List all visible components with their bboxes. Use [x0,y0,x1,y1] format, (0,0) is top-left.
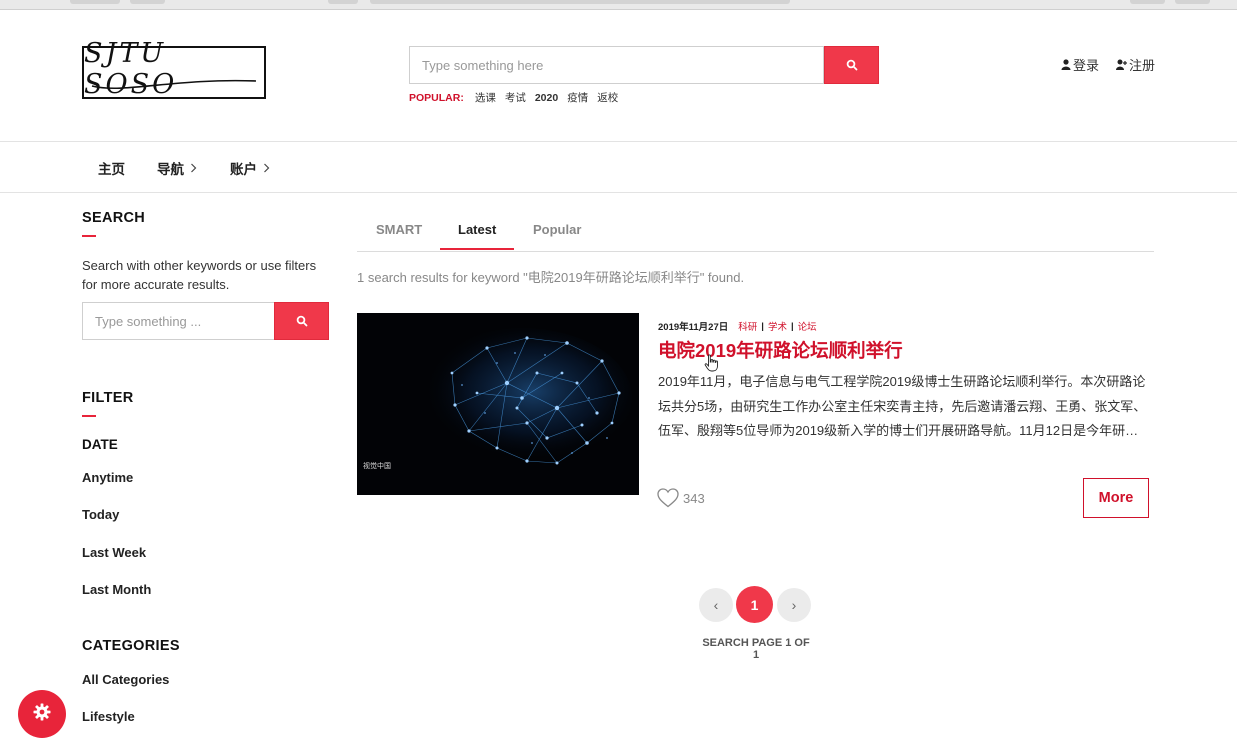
tab-latest[interactable]: Latest [458,222,496,237]
window-strip-tab [328,0,358,4]
login-label: 登录 [1073,58,1100,73]
window-strip-tab [130,0,165,4]
next-page-button[interactable]: › [777,588,811,622]
popular-keyword[interactable]: 返校 [597,90,618,105]
window-top-strip [0,0,1237,10]
sidebar-search-description: Search with other keywords or use filter… [82,258,317,292]
result-count-text: 1 search results for keyword "电院2019年研路论… [357,270,745,285]
user-plus-icon [1116,59,1127,70]
prev-page-button[interactable]: ‹ [699,588,733,622]
result-thumbnail[interactable]: 视觉中国 [357,313,639,495]
nav-item-home[interactable]: 主页 [98,158,125,178]
site-header: SJTU SOSO Type something here POPULAR: 选… [0,10,1237,142]
window-strip-tab [370,0,790,4]
title-accent-bar [82,235,96,237]
window-strip-tab [70,0,120,4]
nav-item-account[interactable]: 账户 [230,158,270,178]
result-meta: 2019年11月27日 科研 | 学术 | 论坛 [658,319,817,334]
active-tab-indicator [440,248,514,250]
nav-item-label: 主页 [98,162,125,177]
categories-title: CATEGORIES [82,638,180,654]
user-icon [1061,59,1071,70]
sidebar-filter-title: FILTER [82,390,134,406]
popular-label: POPULAR: [409,91,464,104]
chevron-right-icon [191,163,197,173]
popular-keyword[interactable]: 疫情 [567,90,588,105]
result-date: 2019年11月27日 [658,322,729,333]
nav-item-navigation[interactable]: 导航 [157,158,197,178]
result-excerpt: 2019年11月，电子信息与电气工程学院2019级博士生研路论坛顺利举行。本次研… [658,374,1147,438]
window-strip-tab [1175,0,1210,4]
sidebar-search-form: Type something ... [82,302,329,340]
category-option-lifestyle[interactable]: Lifestyle [82,709,135,724]
main-nav: 主页 导航 账户 [0,142,1237,193]
network-brain-image [357,313,639,495]
main-search-form: Type something here [409,46,879,84]
result-title-link[interactable]: 电院2019年研路论坛顺利举行 [658,337,903,363]
category-option-all[interactable]: All Categories [82,672,169,687]
date-filter-title: DATE [82,437,118,452]
like-button[interactable]: 343 [657,488,705,508]
sidebar-search-title: SEARCH [82,210,146,226]
page-number-current[interactable]: 1 [736,586,773,623]
site-logo[interactable]: SJTU SOSO [82,38,266,100]
gear-icon [33,703,51,721]
heart-icon [657,488,679,508]
main-search-button[interactable] [824,46,879,84]
hand-cursor-icon [704,354,719,377]
result-category-tag[interactable]: 科研 [738,319,757,333]
more-button[interactable]: More [1083,478,1149,518]
sidebar-search-button[interactable] [274,302,329,340]
tag-separator: | [790,320,794,332]
image-watermark: 视觉中国 [363,463,391,470]
page-info-text: SEARCH PAGE 1 OF 1 [702,637,810,661]
title-accent-bar [82,415,96,417]
date-option-last-month[interactable]: Last Month [82,582,151,597]
nav-item-label: 导航 [157,162,184,177]
register-label: 注册 [1129,58,1156,73]
popular-keyword[interactable]: 选课 [475,90,496,105]
date-option-today[interactable]: Today [82,507,119,522]
tag-separator: | [761,320,764,332]
search-icon [846,59,857,71]
result-tabs: SMART Latest Popular [357,210,1154,252]
result-category-tag[interactable]: 论坛 [798,319,817,333]
login-link[interactable]: 登录 [1061,55,1099,74]
settings-fab[interactable] [18,690,66,738]
popular-keyword[interactable]: 考试 [505,90,526,105]
logo-text: SJTU SOSO [84,37,178,100]
tab-smart[interactable]: SMART [376,222,422,237]
popular-keywords: POPULAR: 选课 考试 2020 疫情 返校 [409,90,618,105]
sidebar-search-input[interactable]: Type something ... [82,302,275,340]
register-link[interactable]: 注册 [1116,55,1155,74]
chevron-right-icon [264,163,270,173]
search-icon [296,315,307,327]
date-option-last-week[interactable]: Last Week [82,545,146,560]
result-category-tag[interactable]: 学术 [768,319,787,333]
tab-popular[interactable]: Popular [533,222,581,237]
nav-item-label: 账户 [230,162,257,177]
like-count: 343 [683,490,705,506]
window-strip-tab [1130,0,1165,4]
date-option-anytime[interactable]: Anytime [82,470,133,485]
main-search-input[interactable]: Type something here [409,46,824,84]
popular-keyword[interactable]: 2020 [535,92,558,104]
